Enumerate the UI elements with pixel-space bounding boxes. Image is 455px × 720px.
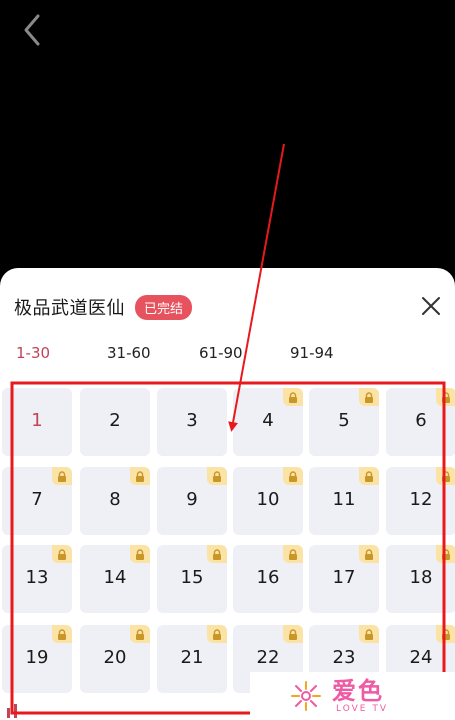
episode-number: 21 — [180, 647, 204, 668]
tab-range-91-94[interactable]: 91-94 — [290, 344, 334, 362]
lock-icon — [207, 545, 227, 563]
episode-cell[interactable]: 10 — [233, 467, 303, 535]
episode-cell[interactable]: 13 — [2, 545, 72, 613]
episode-cell[interactable]: 17 — [309, 545, 379, 613]
lock-icon — [52, 545, 72, 563]
tab-range-1-30[interactable]: 1-30 — [16, 344, 50, 362]
lock-icon — [52, 625, 72, 643]
watermark-logo-icon — [291, 681, 321, 711]
episode-cell[interactable]: 12 — [386, 467, 455, 535]
episode-cell[interactable]: 5 — [309, 388, 379, 456]
close-icon[interactable] — [419, 294, 443, 318]
episode-number: 1 — [31, 410, 43, 431]
lock-icon — [359, 388, 379, 406]
lock-icon — [130, 545, 150, 563]
episode-number: 9 — [186, 489, 198, 510]
lock-icon — [207, 625, 227, 643]
episode-cell[interactable]: 4 — [233, 388, 303, 456]
episode-number: 23 — [332, 647, 356, 668]
episode-cell[interactable]: 6 — [386, 388, 455, 456]
episode-number: 7 — [31, 489, 43, 510]
episode-cell[interactable]: 11 — [309, 467, 379, 535]
episode-number: 24 — [409, 647, 433, 668]
lock-icon — [283, 625, 303, 643]
episode-range-tabs: 1-30 31-60 61-90 91-94 — [0, 344, 455, 370]
tab-range-61-90[interactable]: 61-90 — [199, 344, 243, 362]
episode-cell[interactable]: 21 — [157, 625, 227, 693]
lock-icon — [130, 467, 150, 485]
episode-number: 6 — [415, 410, 427, 431]
lock-icon — [283, 388, 303, 406]
episode-cell[interactable]: 3 — [157, 388, 227, 456]
episode-number: 10 — [256, 489, 280, 510]
episode-cell[interactable]: 16 — [233, 545, 303, 613]
episode-number: 13 — [25, 567, 49, 588]
lock-icon — [436, 625, 455, 643]
episode-cell[interactable]: 1 — [2, 388, 72, 456]
episode-number: 18 — [409, 567, 433, 588]
tab-range-31-60[interactable]: 31-60 — [107, 344, 151, 362]
episode-number: 22 — [256, 647, 280, 668]
lock-icon — [436, 388, 455, 406]
status-badge: 已完结 — [135, 294, 193, 320]
sheet-header: 极品武道医仙 已完结 — [14, 292, 193, 322]
lock-icon — [207, 467, 227, 485]
watermark: 爱色 LOVE TV — [250, 672, 455, 720]
episode-number: 4 — [262, 410, 274, 431]
episode-cell[interactable]: 2 — [80, 388, 150, 456]
episode-number: 12 — [409, 489, 433, 510]
episode-cell[interactable]: 18 — [386, 545, 455, 613]
episode-cell[interactable]: 9 — [157, 467, 227, 535]
episode-number: 19 — [25, 647, 49, 668]
lock-icon — [52, 467, 72, 485]
episode-number: 2 — [109, 410, 121, 431]
episode-selector-sheet: 极品武道医仙 已完结 1-30 31-60 61-90 91-94 123456… — [0, 268, 455, 720]
episode-cell[interactable]: 19 — [2, 625, 72, 693]
lock-icon — [283, 545, 303, 563]
lock-icon — [130, 625, 150, 643]
back-chevron-icon[interactable] — [18, 10, 48, 50]
episode-cell[interactable]: 7 — [2, 467, 72, 535]
lock-icon — [359, 545, 379, 563]
watermark-en: LOVE TV — [336, 704, 388, 714]
episode-number: 3 — [186, 410, 198, 431]
lock-icon — [359, 467, 379, 485]
video-player-area[interactable] — [0, 0, 455, 270]
episode-cell[interactable]: 15 — [157, 545, 227, 613]
episode-cell[interactable]: 8 — [80, 467, 150, 535]
episode-number: 20 — [103, 647, 127, 668]
episode-number: 16 — [256, 567, 280, 588]
drama-title: 极品武道医仙 — [14, 298, 125, 319]
watermark-cn: 爱色 — [332, 677, 384, 705]
lock-icon — [283, 467, 303, 485]
episode-number: 11 — [332, 489, 356, 510]
episode-number: 8 — [109, 489, 121, 510]
episode-number: 15 — [180, 567, 204, 588]
lock-icon — [359, 625, 379, 643]
lock-icon — [436, 467, 455, 485]
episode-cell[interactable]: 14 — [80, 545, 150, 613]
episode-number: 17 — [332, 567, 356, 588]
episode-number: 5 — [338, 410, 350, 431]
episode-grid: 1 2 3 4 5 6 7 8 9 10 11 12 13 14 15 16 17 18 19 20 21 22 23 24 — [0, 382, 455, 720]
episode-number: 14 — [103, 567, 127, 588]
episode-cell[interactable]: 20 — [80, 625, 150, 693]
lock-icon — [436, 545, 455, 563]
playing-bars-icon — [7, 704, 17, 718]
